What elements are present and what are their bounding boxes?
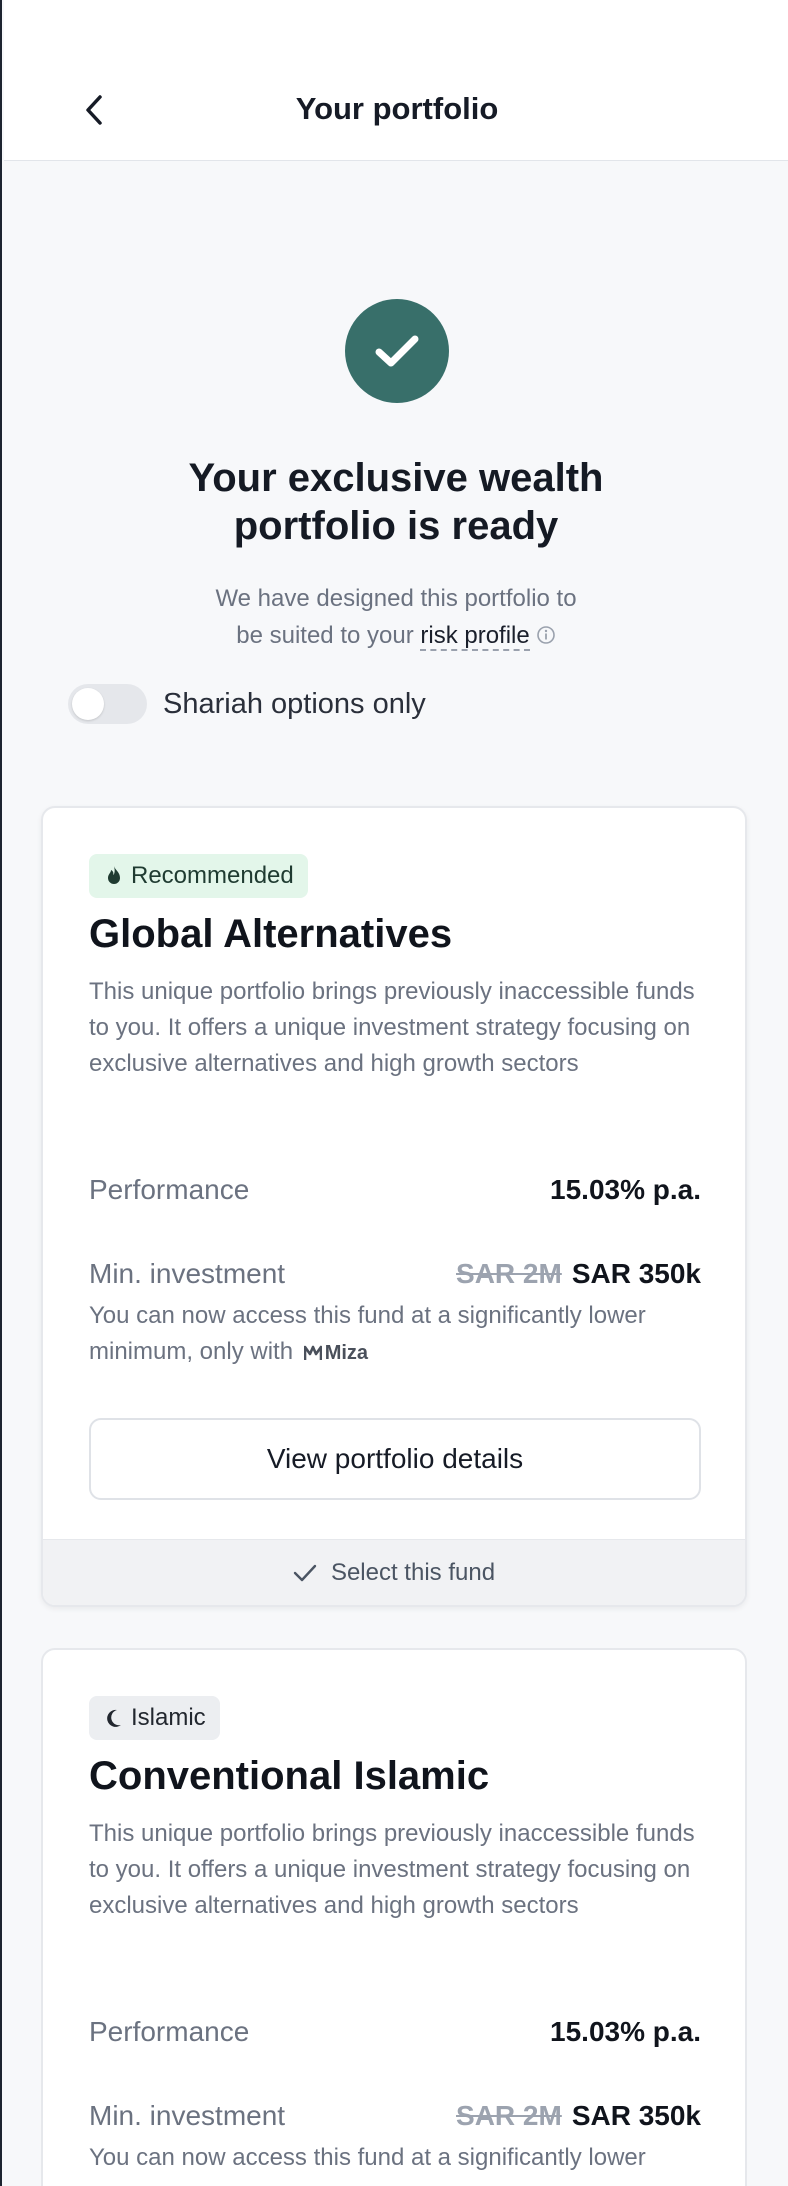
info-icon[interactable] [536,625,556,645]
hero-title: Your exclusive wealth portfolio is ready [102,454,690,550]
risk-profile-link[interactable]: risk profile [420,622,530,651]
access-note: You can now access this fund at a signif… [89,1298,709,1371]
app-screen: Your portfolio Your exclusive wealth por… [0,0,788,2186]
hero-subtitle-line: We have designed this portfolio to [215,585,577,612]
old-min-investment: SAR 2M [456,1258,562,1289]
min-investment-values: SAR 2M SAR 350k [456,1258,701,1290]
card-description: This unique portfolio brings previously … [89,978,695,1077]
min-investment-label: Min. investment [89,2100,286,2131]
new-min-investment: SAR 350k [571,1258,701,1289]
moon-icon [107,1709,121,1727]
card-title: Global Alternatives [89,912,453,956]
performance-value: 15.03% p.a. [550,2016,701,2047]
access-note-line: You can now access this fund at a signif… [89,2144,646,2171]
old-min-investment: SAR 2M [456,2100,562,2131]
performance-row: Performance 15.03% p.a. [89,2012,701,2052]
hero-subtitle-text: be suited to your [236,622,414,649]
check-icon [293,1564,317,1581]
miza-logo: Miza [303,1335,369,1371]
access-note-line: minimum, only with Miza [89,1334,709,1371]
performance-row: Performance 15.03% p.a. [89,1170,701,1210]
shariah-toggle[interactable] [68,684,147,724]
badge-label: Islamic [131,1704,206,1731]
performance-label: Performance [89,2016,250,2047]
card-title: Conventional Islamic [89,1754,490,1798]
hero-subtitle-line: be suited to your risk profile [152,617,640,654]
min-investment-label: Min. investment [89,1258,286,1289]
hero-subtitle: We have designed this portfolio to be su… [152,580,640,654]
recommended-badge: Recommended [89,854,308,898]
select-fund-label: Select this fund [330,1558,496,1586]
new-min-investment: SAR 350k [571,2100,701,2131]
page-title: Your portfolio [295,91,499,126]
select-fund-button[interactable]: Select this fund [43,1539,745,1605]
shariah-toggle-row: Shariah options only [68,684,426,724]
card-description: This unique portfolio brings previously … [89,1820,695,1919]
toggle-knob [72,688,104,720]
hero-title-line: portfolio is ready [233,504,559,548]
view-portfolio-details-button[interactable]: View portfolio details [89,1418,701,1500]
min-investment-values: SAR 2M SAR 350k [456,2100,701,2132]
badge-label: Recommended [131,862,294,889]
access-note: You can now access this fund at a signif… [89,2140,709,2176]
hero-title-line: Your exclusive wealth [188,456,604,500]
miza-logo-text: Miza [324,1341,369,1364]
miza-logo-icon [303,1345,322,1360]
flame-icon [108,866,120,884]
min-investment-row: Min. investment SAR 2M SAR 350k [89,1254,701,1294]
access-note-line: You can now access this fund at a signif… [89,1302,646,1329]
islamic-badge: Islamic [89,1696,220,1740]
access-note-text: minimum, only with [89,1338,294,1365]
performance-value: 15.03% p.a. [550,1174,701,1205]
top-bar: Your portfolio [4,0,788,161]
performance-label: Performance [89,1174,250,1205]
min-investment-row: Min. investment SAR 2M SAR 350k [89,2096,701,2136]
success-check-icon [345,299,449,403]
shariah-toggle-label: Shariah options only [163,687,426,720]
portfolio-card-global-alternatives: Recommended Global Alternatives This uni… [41,806,747,1607]
portfolio-card-conventional-islamic: Islamic Conventional Islamic This unique… [41,1648,747,2186]
